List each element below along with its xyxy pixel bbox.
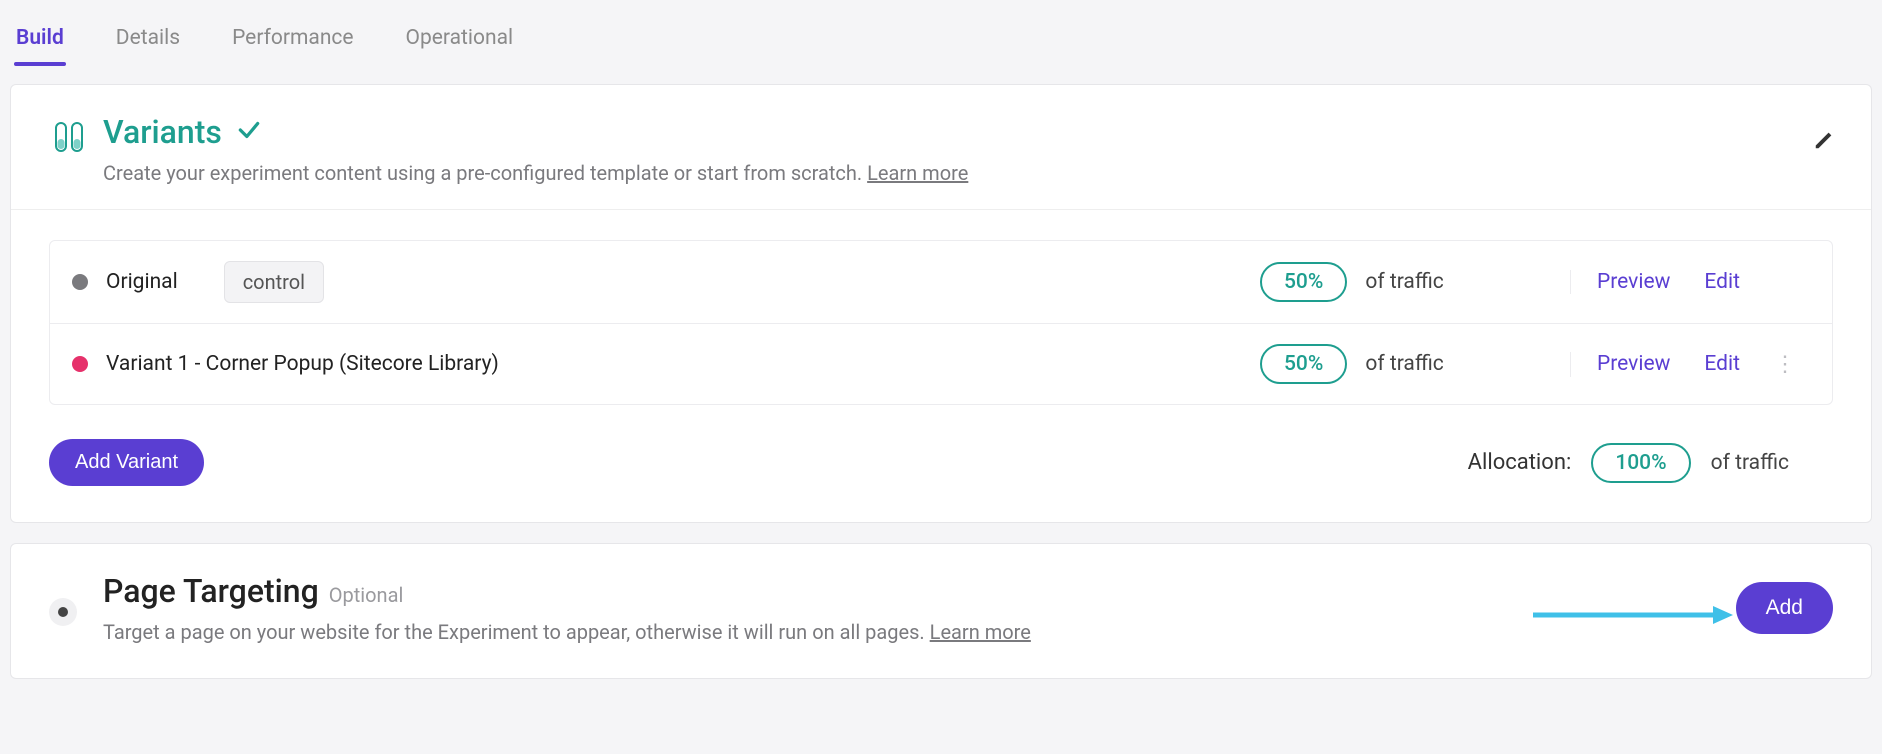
tabs-bar: Build Details Performance Operational [10,0,1872,64]
traffic-pill[interactable]: 50% [1260,262,1347,302]
traffic-suffix: of traffic [1365,270,1443,294]
page-targeting-title: Page Targeting [103,572,319,610]
pencil-icon[interactable] [1813,129,1835,155]
allocation-suffix: of traffic [1711,451,1789,475]
tab-operational[interactable]: Operational [404,0,516,64]
tab-build[interactable]: Build [14,0,66,64]
tab-details[interactable]: Details [114,0,182,64]
target-dot-icon [49,598,77,626]
add-variant-button[interactable]: Add Variant [49,439,204,486]
test-tubes-icon [49,113,103,157]
traffic-pill[interactable]: 50% [1260,344,1347,384]
page-targeting-subtitle: Target a page on your website for the Ex… [103,620,930,644]
variant-row: Variant 1 - Corner Popup (Sitecore Libra… [50,324,1832,404]
preview-link[interactable]: Preview [1597,352,1670,376]
variant-dot-icon [72,356,88,372]
targeting-learn-more-link[interactable]: Learn more [930,620,1031,644]
variant-name: Original [106,270,178,294]
arrow-annotation-icon [1533,600,1733,634]
page-targeting-card: Page Targeting Optional Target a page on… [10,543,1872,679]
variants-subtitle: Create your experiment content using a p… [103,161,867,185]
variant-dot-icon [72,274,88,290]
tab-performance[interactable]: Performance [230,0,355,64]
allocation-label: Allocation: [1468,450,1572,475]
kebab-menu-icon[interactable]: ⋮ [1774,352,1794,377]
edit-link[interactable]: Edit [1704,352,1740,376]
variants-card: Variants Create your experiment content … [10,84,1872,523]
optional-label: Optional [329,583,404,607]
checkmark-icon [236,113,262,151]
allocation-pill[interactable]: 100% [1591,443,1690,483]
variant-row: Original control 50% of traffic Preview … [50,241,1832,324]
variants-table: Original control 50% of traffic Preview … [49,240,1833,405]
preview-link[interactable]: Preview [1597,270,1670,294]
add-targeting-button[interactable]: Add [1736,582,1833,634]
control-chip: control [224,261,324,303]
edit-link[interactable]: Edit [1704,270,1740,294]
traffic-suffix: of traffic [1365,352,1443,376]
variant-name: Variant 1 - Corner Popup (Sitecore Libra… [106,352,499,376]
variants-title: Variants [103,113,222,151]
variants-learn-more-link[interactable]: Learn more [867,161,968,185]
